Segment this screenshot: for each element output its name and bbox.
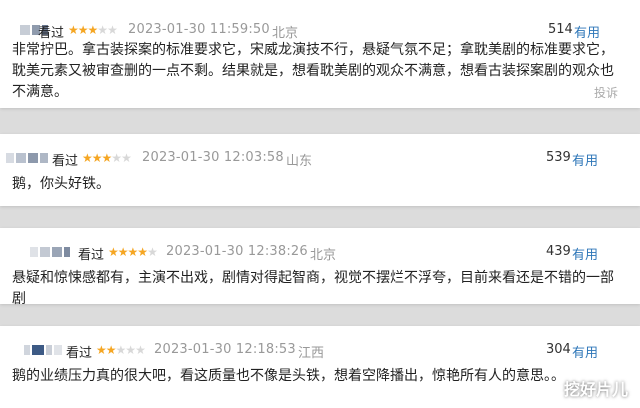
star-icon: ★ — [82, 151, 93, 165]
useful-count: 439 — [546, 244, 571, 259]
star-icon: ★ — [91, 151, 103, 165]
report-link[interactable]: 投诉 — [594, 84, 618, 101]
star-icon: ★ — [115, 343, 127, 357]
avatar[interactable] — [24, 345, 62, 355]
rating-stars: ★★★★★ — [96, 342, 146, 358]
star-icon: ★ — [135, 343, 146, 357]
review-card: 看过 ★★★★★ 2023-01-30 11:59:50 北京 514 有用 非… — [0, 0, 640, 108]
review-text: 鹅的业绩压力真的很大吧，看这质量也不像是头铁，想着空降播出，惊艳所有人的意思。。 — [12, 368, 565, 384]
review-date: 2023-01-30 12:38:26 — [166, 244, 308, 259]
rating-stars: ★★★★★ — [82, 150, 132, 166]
review-date: 2023-01-30 12:03:58 — [142, 150, 284, 165]
review-location: 山东 — [286, 154, 313, 169]
star-icon: ★ — [147, 245, 158, 259]
star-icon: ★ — [101, 151, 113, 165]
star-icon: ★ — [137, 245, 148, 259]
watch-status: 看过 — [66, 346, 93, 361]
review-card: 看过 ★★★★★ 2023-01-30 12:18:53 江西 304 有用 鹅… — [0, 326, 640, 408]
star-icon: ★ — [125, 343, 136, 357]
review-meta: 看过 ★★★★★ 2023-01-30 12:38:26 北京 439 有用 — [0, 244, 640, 263]
star-icon: ★ — [107, 23, 118, 37]
review-text: 悬疑和惊悚感都有，主演不出戏，剧情对得起智商，视觉不摆烂不浮夸，目前来看还是不错… — [12, 270, 614, 307]
useful-button[interactable]: 有用 — [572, 150, 598, 169]
useful-button[interactable]: 有用 — [574, 22, 600, 41]
useful-button[interactable]: 有用 — [572, 342, 598, 361]
star-icon: ★ — [96, 343, 107, 357]
review-location: 江西 — [298, 346, 325, 361]
review-meta: 看过 ★★★★★ 2023-01-30 12:18:53 江西 304 有用 — [0, 342, 640, 361]
star-icon: ★ — [77, 23, 89, 37]
review-location: 北京 — [272, 26, 299, 41]
watermark: 挖好片儿 — [563, 380, 628, 399]
review-text: 非常拧巴。拿古装探案的标准要求它，宋威龙演技不行，悬疑气氛不足；拿耽美剧的标准要… — [12, 42, 614, 100]
review-meta: 看过 ★★★★★ 2023-01-30 11:59:50 北京 514 有用 — [0, 22, 640, 41]
star-icon: ★ — [117, 245, 129, 259]
review-date: 2023-01-30 12:18:53 — [154, 342, 296, 357]
watch-status: 看过 — [78, 248, 105, 263]
star-icon: ★ — [105, 343, 117, 357]
useful-count: 539 — [546, 150, 571, 165]
star-icon: ★ — [97, 23, 108, 37]
star-icon: ★ — [111, 151, 122, 165]
rating-stars: ★★★★★ — [68, 22, 118, 38]
review-card: 看过 ★★★★★ 2023-01-30 12:03:58 山东 539 有用 鹅… — [0, 134, 640, 206]
star-icon: ★ — [108, 245, 119, 259]
avatar[interactable] — [30, 247, 70, 257]
review-text: 鹅，你头好铁。 — [12, 176, 110, 192]
review-location: 北京 — [310, 248, 337, 263]
useful-count: 304 — [546, 342, 571, 357]
review-date: 2023-01-30 11:59:50 — [128, 22, 270, 37]
star-icon: ★ — [87, 23, 99, 37]
review-card: 看过 ★★★★★ 2023-01-30 12:38:26 北京 439 有用 悬… — [0, 228, 640, 307]
star-icon: ★ — [121, 151, 132, 165]
useful-count: 514 — [548, 22, 573, 37]
useful-button[interactable]: 有用 — [572, 244, 598, 263]
watch-status: 看过 — [38, 26, 65, 41]
star-icon: ★ — [127, 245, 139, 259]
rating-stars: ★★★★★ — [108, 244, 158, 260]
avatar[interactable] — [6, 153, 48, 163]
review-meta: 看过 ★★★★★ 2023-01-30 12:03:58 山东 539 有用 — [0, 150, 640, 169]
watch-status: 看过 — [52, 154, 79, 169]
star-icon: ★ — [68, 23, 79, 37]
